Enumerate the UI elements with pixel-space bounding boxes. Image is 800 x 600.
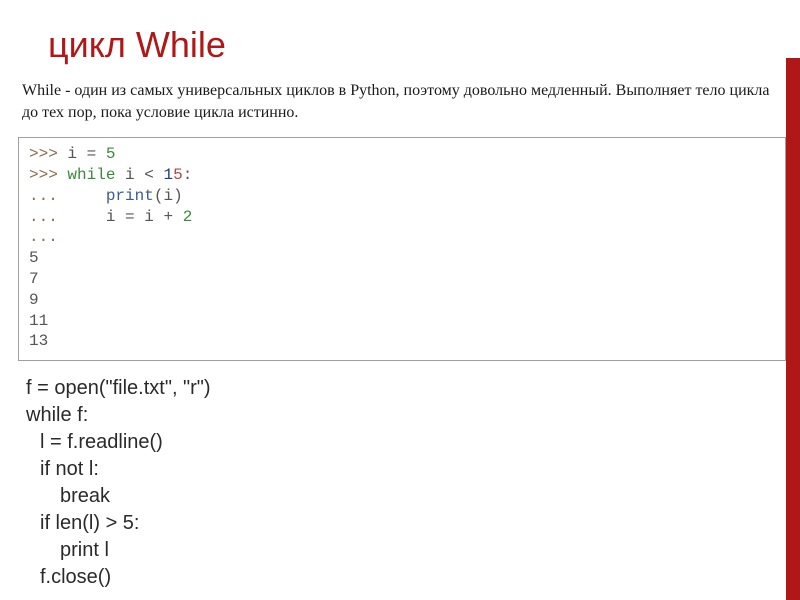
prompt-cont: ... (29, 187, 58, 205)
output-line: 9 (29, 291, 39, 309)
accent-bar (786, 58, 800, 600)
output-line: 7 (29, 270, 39, 288)
var: i (163, 187, 173, 205)
output-line: 5 (29, 249, 39, 267)
code-line: break (26, 483, 800, 510)
slide-title: цикл While (0, 0, 800, 74)
code-line: l = f.readline() (26, 429, 800, 456)
lt: < (144, 166, 154, 184)
eq: = (125, 208, 135, 226)
eq: = (87, 145, 97, 163)
code-example-2: f = open("file.txt", "r") while f: l = f… (0, 361, 800, 591)
output-line: 11 (29, 312, 48, 330)
plus: + (163, 208, 173, 226)
paren: ( (154, 187, 164, 205)
var: i (144, 208, 154, 226)
paren: ) (173, 187, 183, 205)
num: 2 (183, 208, 193, 226)
slide-description: While - один из самых универсальных цикл… (0, 74, 800, 137)
var: i (67, 145, 77, 163)
prompt: >>> (29, 145, 58, 163)
keyword-while: while (67, 166, 115, 184)
code-line: f = open("file.txt", "r") (26, 375, 800, 402)
num: 5 (106, 145, 116, 163)
colon: : (183, 166, 193, 184)
code-line: f.close() (26, 564, 800, 591)
var: i (125, 166, 135, 184)
fn-print: print (106, 187, 154, 205)
prompt-cont: ... (29, 228, 58, 246)
num: 1 (163, 166, 173, 184)
code-line: if len(l) > 5: (26, 510, 800, 537)
prompt-cont: ... (29, 208, 58, 226)
var: i (106, 208, 116, 226)
output-line: 13 (29, 332, 48, 350)
code-line: while f: (26, 402, 800, 429)
prompt: >>> (29, 166, 58, 184)
num: 5 (173, 166, 183, 184)
code-example-1: >>> i = 5 >>> while i < 15: ... print(i)… (18, 137, 786, 361)
code-line: print l (26, 537, 800, 564)
code-line: if not l: (26, 456, 800, 483)
